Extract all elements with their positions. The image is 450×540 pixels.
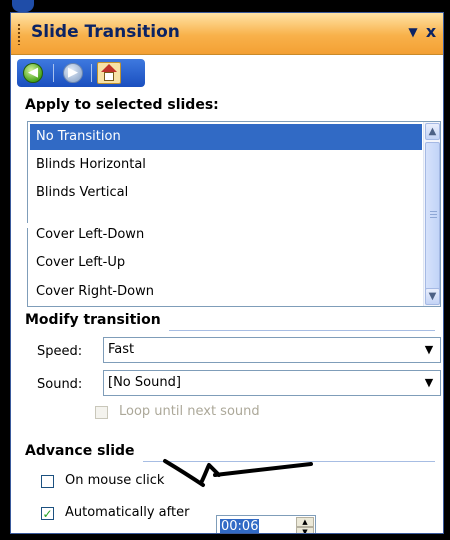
- loop-label: Loop until next sound: [119, 404, 260, 419]
- speed-label: Speed:: [37, 344, 83, 359]
- scroll-thumb[interactable]: [425, 142, 440, 292]
- auto-advance-time-input[interactable]: 00:06 ▲ ▼: [216, 515, 316, 534]
- nav-separator: [91, 64, 92, 82]
- list-item[interactable]: No Transition: [30, 124, 422, 150]
- speed-dropdown[interactable]: Fast ▼: [103, 337, 441, 363]
- pane-title: Slide Transition: [31, 22, 180, 42]
- scroll-down-icon[interactable]: ▼: [425, 288, 440, 305]
- list-item[interactable]: Blinds Horizontal: [30, 152, 422, 178]
- time-spinner[interactable]: ▲ ▼: [296, 517, 314, 533]
- chevron-down-icon[interactable]: ▼: [419, 372, 439, 394]
- forward-arrow-icon[interactable]: ▶: [63, 63, 83, 83]
- list-item[interactable]: Blinds Vertical: [30, 180, 422, 206]
- list-scrollbar[interactable]: ▲ ▼: [423, 122, 440, 306]
- loop-checkbox[interactable]: [95, 406, 108, 419]
- hand-drawn-arrow-annotation: [163, 459, 313, 487]
- auto-advance-checkbox[interactable]: ✓: [41, 507, 54, 520]
- nav-separator: [53, 64, 54, 82]
- scroll-up-icon[interactable]: ▲: [425, 123, 440, 140]
- slide-transition-pane: Slide Transition ▼ x ◀ ▶ Apply to select…: [10, 12, 444, 534]
- apply-section-label: Apply to selected slides:: [25, 97, 219, 113]
- close-icon[interactable]: x: [421, 21, 441, 43]
- auto-advance-time-value: 00:06: [220, 519, 260, 534]
- speed-value: Fast: [108, 342, 135, 357]
- list-item[interactable]: Cover Right-Down: [30, 279, 422, 305]
- sound-value: [No Sound]: [108, 375, 181, 390]
- pane-menu-dropdown-icon[interactable]: ▼: [403, 21, 423, 43]
- window-corner: [12, 0, 34, 12]
- divider-mark: [11, 223, 171, 228]
- mouse-click-label: On mouse click: [65, 473, 165, 488]
- sound-label: Sound:: [37, 377, 83, 392]
- auto-advance-label: Automatically after: [65, 505, 190, 520]
- modify-section-label: Modify transition: [25, 312, 161, 328]
- chevron-down-icon[interactable]: ▼: [419, 339, 439, 361]
- spin-up-icon[interactable]: ▲: [296, 517, 314, 527]
- back-arrow-icon[interactable]: ◀: [23, 63, 43, 83]
- advance-section-label: Advance slide: [25, 443, 135, 459]
- drag-grip[interactable]: [17, 23, 21, 45]
- home-icon[interactable]: [97, 62, 121, 84]
- list-item[interactable]: Cover Left-Up: [30, 250, 422, 276]
- spin-down-icon[interactable]: ▼: [296, 527, 314, 533]
- section-divider: [169, 330, 435, 331]
- mouse-click-checkbox[interactable]: [41, 475, 54, 488]
- sound-dropdown[interactable]: [No Sound] ▼: [103, 370, 441, 396]
- pane-navigation-bar: ◀ ▶: [17, 59, 145, 87]
- pane-title-bar: Slide Transition ▼ x: [11, 13, 443, 55]
- transition-list[interactable]: No Transition Blinds Horizontal Blinds V…: [27, 121, 441, 307]
